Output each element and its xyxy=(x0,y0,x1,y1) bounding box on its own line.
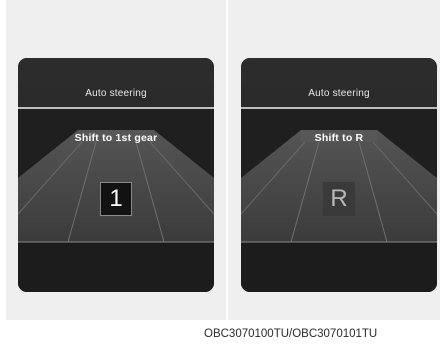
gear-indicator-r: R xyxy=(323,182,355,216)
left-message: Shift to 1st gear xyxy=(74,132,158,144)
left-display: Auto steering Shift to 1st gear 1 xyxy=(18,58,214,292)
gear-indicator-1: 1 xyxy=(100,182,132,216)
figure-caption: OBC3070100TU/OBC3070101TU xyxy=(204,328,378,340)
left-divider xyxy=(18,107,214,109)
right-display: Auto steering Shift to R R xyxy=(241,58,437,292)
right-message: Shift to R xyxy=(314,132,364,144)
left-title: Auto steering xyxy=(85,88,147,99)
right-divider xyxy=(241,107,437,109)
right-title: Auto steering xyxy=(308,88,370,99)
